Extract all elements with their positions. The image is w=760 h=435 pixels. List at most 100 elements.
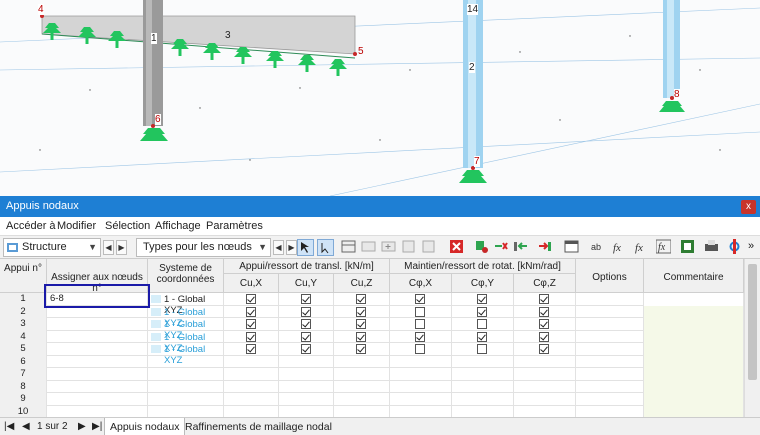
tab-raffinements[interactable]: Raffinements de maillage nodal (180, 418, 337, 435)
types-next-button[interactable]: ▶ (286, 240, 297, 255)
support-checkbox[interactable] (300, 344, 311, 354)
support-checkbox[interactable] (356, 331, 366, 342)
options-cell[interactable] (576, 305, 644, 318)
table-row[interactable]: 8 (0, 380, 744, 393)
table-row[interactable]: 9 (0, 393, 744, 406)
view-icon[interactable] (564, 239, 581, 256)
coord-system-cell[interactable] (148, 368, 224, 381)
menu-parametres[interactable]: Paramètres (206, 220, 263, 232)
coord-system-cell[interactable] (148, 405, 224, 417)
support-checkbox[interactable] (477, 294, 487, 304)
support-green-icon[interactable] (473, 239, 490, 256)
table-row[interactable]: 3 1 - Global XYZ (0, 318, 744, 341)
support-checkbox[interactable] (477, 331, 487, 342)
settings-icon[interactable] (727, 239, 744, 256)
support-checkbox[interactable] (356, 344, 366, 354)
coord-system-cell[interactable] (148, 380, 224, 393)
support-delete-icon[interactable] (493, 239, 510, 256)
table-row[interactable]: 6 (0, 355, 744, 368)
tab-appuis-nodaux[interactable]: Appuis nodaux (104, 418, 186, 435)
formula-icon[interactable]: fx (612, 239, 629, 256)
support-checkbox[interactable] (415, 319, 425, 329)
pick-icon[interactable] (317, 239, 334, 256)
options-cell[interactable] (576, 318, 644, 331)
coord-system-cell[interactable] (148, 393, 224, 406)
support-checkbox[interactable] (539, 306, 549, 317)
assign-cell[interactable] (47, 405, 148, 417)
assign-cell[interactable] (47, 318, 148, 331)
comment-cell[interactable] (644, 368, 744, 381)
support-checkbox[interactable] (477, 306, 487, 317)
assign-cell[interactable] (47, 368, 148, 381)
options-cell[interactable] (576, 368, 644, 381)
assign-cell[interactable] (47, 393, 148, 406)
formula-edit-icon[interactable]: fx (634, 239, 651, 256)
support-checkbox[interactable] (300, 294, 311, 304)
assign-cell[interactable] (47, 343, 148, 356)
comment-cell[interactable] (644, 405, 744, 417)
text-icon[interactable]: ab (590, 239, 607, 256)
options-cell[interactable] (576, 330, 644, 343)
types-dropdown[interactable]: Types pour les nœuds ▼ (136, 238, 271, 257)
types-prev-button[interactable]: ◀ (273, 240, 284, 255)
coord-system-cell[interactable]: 1 - Global XYZ (148, 318, 224, 341)
next-button[interactable]: ▶ (116, 240, 127, 255)
support-checkbox[interactable] (245, 331, 256, 342)
more-tools-button[interactable]: » (748, 240, 754, 252)
comment-cell[interactable] (644, 355, 744, 368)
table-row[interactable]: 2 1 - Global XYZ (0, 305, 744, 329)
export-icon[interactable] (537, 239, 554, 256)
support-checkbox[interactable] (356, 319, 366, 329)
support-checkbox[interactable] (245, 344, 256, 354)
assign-cell[interactable] (47, 380, 148, 393)
table-row[interactable]: 1 6-8 1 - Global XYZ (0, 293, 744, 316)
options-cell[interactable] (576, 380, 644, 393)
next-page-button[interactable]: ▶ (78, 421, 86, 432)
table-icon[interactable] (341, 239, 358, 256)
support-checkbox[interactable] (300, 319, 311, 329)
prev-page-button[interactable]: ◀ (22, 421, 30, 432)
coord-system-cell[interactable]: 1 - Global XYZ (148, 330, 224, 354)
support-checkbox[interactable] (415, 306, 425, 317)
prev-button[interactable]: ◀ (103, 240, 114, 255)
comment-cell[interactable] (644, 393, 744, 406)
select-icon[interactable] (297, 239, 314, 256)
support-checkbox[interactable] (300, 331, 311, 342)
menu-acceder[interactable]: Accéder à (6, 220, 56, 232)
options-cell[interactable] (576, 355, 644, 368)
options-cell[interactable] (576, 393, 644, 406)
comment-cell[interactable] (644, 293, 744, 306)
support-checkbox[interactable] (539, 319, 549, 329)
support-checkbox[interactable] (356, 306, 366, 317)
excel-icon[interactable] (680, 239, 697, 256)
scroll-thumb[interactable] (748, 264, 757, 380)
support-checkbox[interactable] (539, 331, 549, 342)
paste-row-icon[interactable] (421, 239, 438, 256)
table-row[interactable]: 7 (0, 368, 744, 381)
comment-cell[interactable] (644, 330, 744, 343)
options-cell[interactable] (576, 405, 644, 417)
first-page-button[interactable]: |◀ (4, 421, 14, 432)
delete-icon[interactable] (449, 239, 466, 256)
comment-cell[interactable] (644, 318, 744, 331)
menu-modifier[interactable]: Modifier (57, 220, 96, 232)
assign-cell[interactable]: 6-8 (47, 293, 148, 306)
table-row[interactable]: 5 1 - Global XYZ (0, 343, 744, 366)
last-page-button[interactable]: ▶| (92, 421, 102, 432)
structure-dropdown[interactable]: Structure ▼ (3, 238, 101, 257)
assign-cell[interactable] (47, 330, 148, 343)
coord-system-cell[interactable]: 1 - Global XYZ (148, 293, 224, 316)
comment-cell[interactable] (644, 305, 744, 318)
assign-cell[interactable] (47, 355, 148, 368)
coord-system-cell[interactable] (148, 355, 224, 368)
support-checkbox[interactable] (415, 331, 425, 342)
support-checkbox[interactable] (415, 294, 425, 304)
comment-cell[interactable] (644, 343, 744, 356)
support-checkbox[interactable] (477, 344, 487, 354)
support-checkbox[interactable] (477, 319, 487, 329)
support-checkbox[interactable] (539, 344, 549, 354)
assign-cell[interactable] (47, 305, 148, 318)
import-icon[interactable] (513, 239, 530, 256)
vertical-scrollbar[interactable] (744, 259, 760, 417)
support-checkbox[interactable] (300, 306, 311, 317)
